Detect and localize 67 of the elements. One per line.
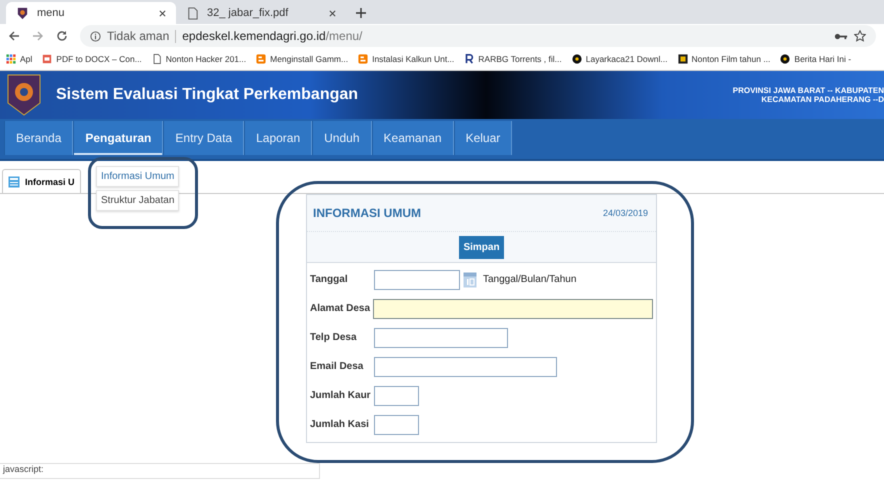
address-bar[interactable]: Tidak aman epdeskel.kemendagri.go.id/menu/ [80,25,876,47]
forward-icon[interactable] [32,30,44,42]
input-field[interactable] [374,328,508,348]
input-field[interactable] [374,356,557,376]
dropdown-item[interactable]: Informasi Umum [96,166,180,187]
date-format-hint: Tanggal/Bulan/Tahun [483,274,576,285]
bookmark[interactable]: RARBG Torrents , fil... [464,54,562,64]
apps-grid-icon [6,54,16,64]
date-text: 24/03/2019 [602,208,648,218]
film-icon [678,54,688,64]
field-label: Alamat Desa [309,303,372,314]
menu-item[interactable]: Keluar [454,121,512,155]
browser-tab[interactable]: 32_ jabar_fix.pdf [176,2,346,24]
site-title: Sistem Evaluasi Tingkat Perkembangan [56,86,360,104]
security-label: Tidak aman [107,29,170,43]
region-text: KECAMATAN PADAHERANG --D [761,95,884,104]
bookmark[interactable]: Berita Hari Ini - [780,54,852,64]
page-tab[interactable]: Informasi U [2,169,81,193]
blog-icon [358,54,368,64]
document-icon [186,6,199,20]
disc-icon [780,54,790,64]
input-field[interactable] [374,386,419,406]
status-bar: javascript: [0,463,320,479]
menu-item[interactable]: Entry Data [163,121,244,155]
calendar-icon[interactable] [463,272,477,288]
input-field[interactable] [374,270,460,290]
reload-icon[interactable] [56,30,68,42]
dropdown-item[interactable]: Struktur Jabatan [96,190,180,211]
pdf-icon [42,54,52,64]
save-button[interactable]: Simpan [459,236,504,258]
field-label: Jumlah Kasi [309,419,370,430]
key-icon[interactable] [834,32,848,40]
bookmark[interactable]: Nonton Film tahun ... [678,54,770,64]
url-text: epdeskel.kemendagri.go.id/menu/ [182,29,364,43]
bookmark[interactable]: Layarkaca21 Downl... [572,54,668,64]
info-icon [90,30,101,42]
input-field[interactable] [373,298,653,318]
calculator-icon [8,176,20,188]
bookmark[interactable]: Apl [6,54,32,64]
close-icon[interactable] [329,10,336,16]
shield-icon [16,6,29,20]
disc-icon [572,54,582,64]
bookmark[interactable]: Nonton Hacker 201... [152,54,246,64]
menu-item[interactable]: Beranda [4,121,74,155]
field-label: Tanggal [309,274,349,285]
shield-logo-icon [6,73,42,117]
field-label: Telp Desa [309,332,358,343]
form-title: INFORMASI UMUM [313,206,421,220]
bookmark[interactable]: Instalasi Kalkun Unt... [358,54,454,64]
menu-item[interactable]: Keamanan [372,121,454,155]
region-text: PROVINSI JAWA BARAT -- KABUPATEN [732,86,884,95]
star-icon[interactable] [854,30,866,42]
input-field[interactable] [374,414,419,434]
new-tab-icon[interactable] [356,8,366,18]
field-label: Jumlah Kaur [309,390,372,401]
menu-item[interactable]: Pengaturan [73,121,164,155]
blog-icon [256,54,266,64]
menu-item[interactable]: Unduh [312,121,372,155]
browser-tab[interactable]: menu [6,2,176,24]
page-icon [152,54,162,64]
menu-item[interactable]: Laporan [244,121,312,155]
bookmark[interactable]: PDF to DOCX – Con... [42,54,142,64]
letter-r-icon [464,54,474,64]
close-icon[interactable] [159,10,166,16]
field-label: Email Desa [309,361,364,372]
bookmark[interactable]: Menginstall Gamm... [256,54,348,64]
back-icon[interactable] [8,30,20,42]
